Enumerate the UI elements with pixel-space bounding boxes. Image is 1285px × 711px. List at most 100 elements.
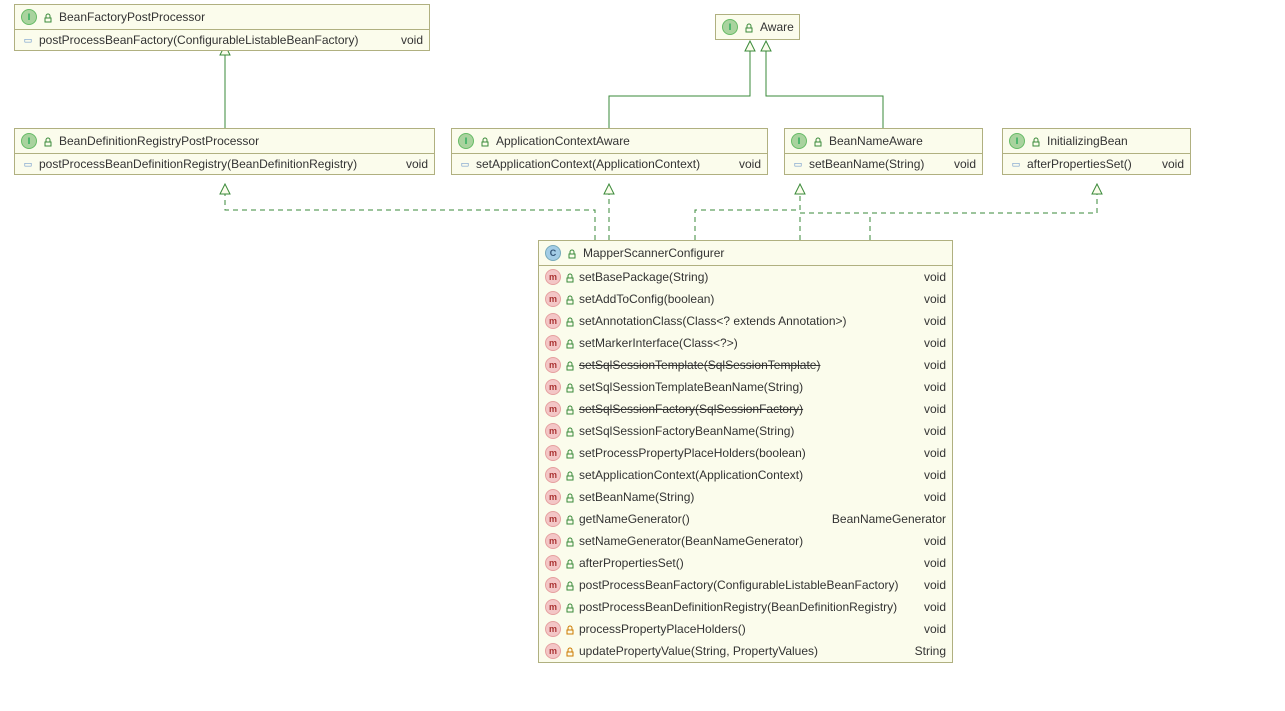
method-row: postProcessBeanDefinitionRegistry(BeanDe… xyxy=(15,154,434,174)
method-icon xyxy=(545,445,561,461)
method-return: void xyxy=(916,490,946,504)
lock-icon xyxy=(565,492,575,502)
method-name: setBeanName(String) xyxy=(809,157,942,171)
method-return: void xyxy=(393,33,423,47)
method-row: setAddToConfig(boolean) void xyxy=(539,288,952,310)
method-return: void xyxy=(916,358,946,372)
lock-icon xyxy=(480,136,490,146)
class-header: InitializingBean xyxy=(1003,129,1190,154)
lock-icon xyxy=(565,558,575,568)
lock-icon xyxy=(565,624,575,634)
method-icon xyxy=(545,313,561,329)
method-return: void xyxy=(916,424,946,438)
lock-icon xyxy=(744,22,754,32)
method-row: setSqlSessionFactory(SqlSessionFactory)v… xyxy=(539,398,952,420)
method-return: void xyxy=(916,578,946,592)
lock-icon xyxy=(43,136,53,146)
abstract-method-icon xyxy=(1009,157,1023,171)
method-row: postProcessBeanFactory(ConfigurableLista… xyxy=(539,574,952,596)
lock-icon xyxy=(565,404,575,414)
method-name: setProcessPropertyPlaceHolders(boolean) xyxy=(579,446,912,460)
method-row: setApplicationContext(ApplicationContext… xyxy=(539,464,952,486)
box-mapper-scanner-configurer[interactable]: MapperScannerConfigurer setBasePackage(S… xyxy=(538,240,953,663)
box-bean-factory-post-processor[interactable]: BeanFactoryPostProcessor postProcessBean… xyxy=(14,4,430,51)
abstract-method-icon xyxy=(458,157,472,171)
method-name: afterPropertiesSet() xyxy=(1027,157,1150,171)
method-name: processPropertyPlaceHolders() xyxy=(579,622,912,636)
lock-icon xyxy=(565,470,575,480)
lock-icon xyxy=(1031,136,1041,146)
method-row: setBeanName(String) void xyxy=(785,154,982,174)
method-name: setAnnotationClass(Class<? extends Annot… xyxy=(579,314,912,328)
method-icon xyxy=(545,335,561,351)
method-icon xyxy=(545,511,561,527)
lock-icon xyxy=(565,426,575,436)
class-title: BeanDefinitionRegistryPostProcessor xyxy=(59,134,259,148)
lock-icon xyxy=(565,338,575,348)
method-row: setApplicationContext(ApplicationContext… xyxy=(452,154,767,174)
method-return: void xyxy=(916,600,946,614)
method-name: postProcessBeanFactory(ConfigurableLista… xyxy=(579,578,912,592)
method-icon xyxy=(545,489,561,505)
class-title: BeanNameAware xyxy=(829,134,923,148)
method-row: setSqlSessionFactoryBeanName(String) void xyxy=(539,420,952,442)
abstract-method-icon xyxy=(791,157,805,171)
box-bean-name-aware[interactable]: BeanNameAware setBeanName(String) void xyxy=(784,128,983,175)
method-return: void xyxy=(916,270,946,284)
method-name: setSqlSessionTemplate(SqlSessionTemplate… xyxy=(579,358,912,372)
lock-icon xyxy=(567,248,577,258)
method-icon xyxy=(545,533,561,549)
class-title: InitializingBean xyxy=(1047,134,1128,148)
method-return: void xyxy=(916,534,946,548)
lock-icon xyxy=(565,602,575,612)
method-row: setNameGenerator(BeanNameGenerator) void xyxy=(539,530,952,552)
method-return: String xyxy=(907,644,946,658)
method-return: void xyxy=(916,446,946,460)
method-row: afterPropertiesSet() void xyxy=(1003,154,1190,174)
method-row: postProcessBeanFactory(ConfigurableLista… xyxy=(15,30,429,50)
method-return: void xyxy=(1154,157,1184,171)
method-row: setBeanName(String)void xyxy=(539,486,952,508)
method-return: void xyxy=(946,157,976,171)
method-name: setAddToConfig(boolean) xyxy=(579,292,912,306)
method-icon xyxy=(545,357,561,373)
method-row: setMarkerInterface(Class<?>) void xyxy=(539,332,952,354)
lock-icon xyxy=(565,514,575,524)
method-row: processPropertyPlaceHolders()void xyxy=(539,618,952,640)
method-name: afterPropertiesSet() xyxy=(579,556,912,570)
method-return: void xyxy=(916,336,946,350)
method-name: postProcessBeanDefinitionRegistry(BeanDe… xyxy=(579,600,912,614)
interface-icon xyxy=(722,19,738,35)
method-name: setBasePackage(String) xyxy=(579,270,912,284)
method-row: setSqlSessionTemplateBeanName(String)voi… xyxy=(539,376,952,398)
method-row: setAnnotationClass(Class<? extends Annot… xyxy=(539,310,952,332)
class-title: ApplicationContextAware xyxy=(496,134,630,148)
interface-icon xyxy=(458,133,474,149)
uml-canvas: BeanFactoryPostProcessor postProcessBean… xyxy=(0,0,1285,711)
method-return: void xyxy=(916,292,946,306)
method-icon xyxy=(545,467,561,483)
box-bean-definition-registry-post-processor[interactable]: BeanDefinitionRegistryPostProcessor post… xyxy=(14,128,435,175)
method-icon xyxy=(545,379,561,395)
method-name: setSqlSessionFactoryBeanName(String) xyxy=(579,424,912,438)
class-title: BeanFactoryPostProcessor xyxy=(59,10,205,24)
method-icon xyxy=(545,269,561,285)
class-header: Aware xyxy=(716,15,799,39)
method-name: setApplicationContext(ApplicationContext… xyxy=(579,468,912,482)
lock-icon xyxy=(565,360,575,370)
box-application-context-aware[interactable]: ApplicationContextAware setApplicationCo… xyxy=(451,128,768,175)
box-aware[interactable]: Aware xyxy=(715,14,800,40)
interface-icon xyxy=(791,133,807,149)
method-name: setMarkerInterface(Class<?>) xyxy=(579,336,912,350)
method-icon xyxy=(545,621,561,637)
box-initializing-bean[interactable]: InitializingBean afterPropertiesSet() vo… xyxy=(1002,128,1191,175)
method-list: setBasePackage(String)voidsetAddToConfig… xyxy=(539,266,952,662)
method-icon xyxy=(545,599,561,615)
lock-icon xyxy=(565,646,575,656)
class-header: BeanNameAware xyxy=(785,129,982,154)
method-icon xyxy=(545,643,561,659)
method-name: setNameGenerator(BeanNameGenerator) xyxy=(579,534,912,548)
lock-icon xyxy=(565,316,575,326)
class-title: MapperScannerConfigurer xyxy=(583,246,724,260)
method-name: postProcessBeanFactory(ConfigurableLista… xyxy=(39,33,389,47)
